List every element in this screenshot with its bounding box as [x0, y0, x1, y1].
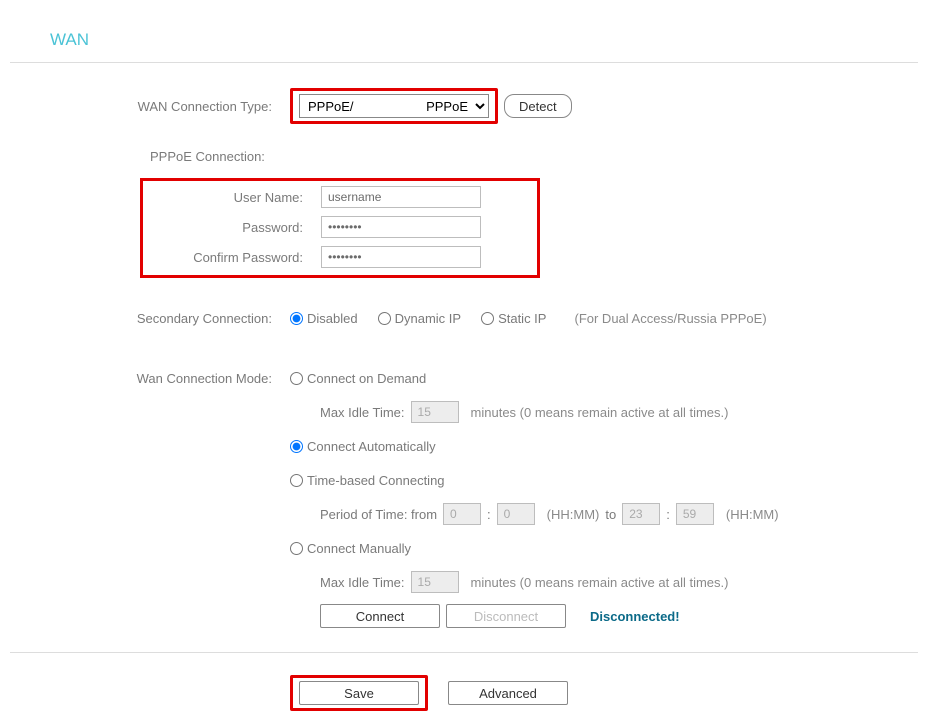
mode-manual-radio-input[interactable]	[290, 542, 303, 555]
hhmm-hint-1: (HH:MM)	[547, 507, 600, 522]
secondary-disabled-radio-input[interactable]	[290, 312, 303, 325]
mode-auto-radio-input[interactable]	[290, 440, 303, 453]
confirm-password-field[interactable]	[321, 246, 481, 268]
mode-manual-text: Connect Manually	[307, 541, 411, 556]
advanced-button[interactable]: Advanced	[448, 681, 568, 705]
max-idle-input-2[interactable]	[411, 571, 459, 593]
pppoe-credentials-block: User Name: Password: Confirm Password:	[140, 178, 540, 278]
hhmm-hint-2: (HH:MM)	[726, 507, 779, 522]
username-field[interactable]	[321, 186, 481, 208]
confirm-password-label: Confirm Password:	[143, 250, 321, 265]
pppoe-section-heading: PPPoE Connection:	[60, 149, 360, 164]
connection-mode-label: Wan Connection Mode:	[60, 371, 290, 386]
secondary-static-radio[interactable]: Static IP	[481, 311, 546, 326]
secondary-disabled-radio[interactable]: Disabled	[290, 311, 358, 326]
mode-time-radio[interactable]: Time-based Connecting	[290, 473, 445, 488]
disconnect-button[interactable]: Disconnect	[446, 604, 566, 628]
secondary-dynamic-text: Dynamic IP	[395, 311, 461, 326]
save-button[interactable]: Save	[299, 681, 419, 705]
username-label: User Name:	[143, 190, 321, 205]
page-title: WAN	[10, 20, 918, 63]
mode-on-demand-text: Connect on Demand	[307, 371, 426, 386]
secondary-connection-label: Secondary Connection:	[60, 311, 290, 326]
max-idle-label-2: Max Idle Time:	[320, 575, 405, 590]
max-idle-input-1[interactable]	[411, 401, 459, 423]
secondary-static-text: Static IP	[498, 311, 546, 326]
period-from-mm[interactable]	[497, 503, 535, 525]
max-idle-label-1: Max Idle Time:	[320, 405, 405, 420]
mode-on-demand-radio-input[interactable]	[290, 372, 303, 385]
secondary-dynamic-radio[interactable]: Dynamic IP	[378, 311, 461, 326]
period-from-hh[interactable]	[443, 503, 481, 525]
password-label: Password:	[143, 220, 321, 235]
detect-button[interactable]: Detect	[504, 94, 572, 118]
secondary-dynamic-radio-input[interactable]	[378, 312, 391, 325]
connect-button[interactable]: Connect	[320, 604, 440, 628]
connection-status: Disconnected!	[590, 609, 680, 624]
mode-auto-text: Connect Automatically	[307, 439, 436, 454]
mode-time-text: Time-based Connecting	[307, 473, 445, 488]
secondary-note: (For Dual Access/Russia PPPoE)	[574, 311, 766, 326]
wan-type-label: WAN Connection Type:	[60, 99, 290, 114]
max-idle-hint-2: minutes (0 means remain active at all ti…	[471, 575, 729, 590]
period-to-hh[interactable]	[622, 503, 660, 525]
secondary-disabled-text: Disabled	[307, 311, 358, 326]
mode-auto-radio[interactable]: Connect Automatically	[290, 439, 436, 454]
secondary-static-radio-input[interactable]	[481, 312, 494, 325]
max-idle-hint-1: minutes (0 means remain active at all ti…	[471, 405, 729, 420]
mode-time-radio-input[interactable]	[290, 474, 303, 487]
period-to-mm[interactable]	[676, 503, 714, 525]
period-to-text: to	[605, 507, 616, 522]
password-field[interactable]	[321, 216, 481, 238]
mode-manual-radio[interactable]: Connect Manually	[290, 541, 411, 556]
period-label: Period of Time: from	[320, 507, 437, 522]
mode-on-demand-radio[interactable]: Connect on Demand	[290, 371, 426, 386]
wan-connection-type-select[interactable]: PPPoE/ PPPoE	[299, 94, 489, 118]
